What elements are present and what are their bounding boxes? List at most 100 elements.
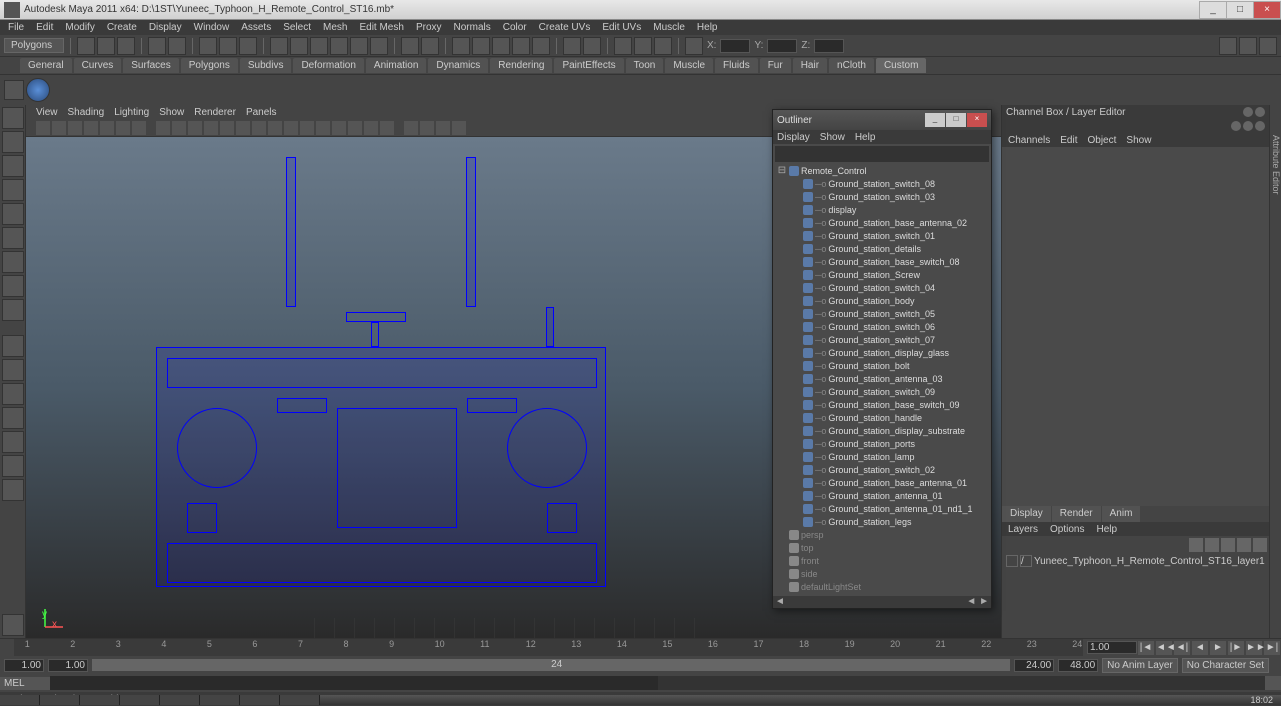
shelf-tab-polygons[interactable]: Polygons <box>181 58 238 73</box>
menu-window[interactable]: Window <box>190 22 234 33</box>
panel-icon[interactable] <box>1243 121 1253 131</box>
last-tool[interactable] <box>2 299 24 321</box>
outliner-item[interactable]: ─o Ground_station_display_glass <box>773 346 991 359</box>
outliner-list[interactable]: ⊟Remote_Control─o Ground_station_switch_… <box>773 164 991 596</box>
save-scene-icon[interactable] <box>117 37 135 55</box>
outliner-item[interactable]: ─o Ground_station_switch_07 <box>773 333 991 346</box>
rotate-tool[interactable] <box>2 203 24 225</box>
scale-tool[interactable] <box>2 227 24 249</box>
vp-icon[interactable] <box>332 121 346 135</box>
outliner-item[interactable]: ─o Ground_station_switch_02 <box>773 463 991 476</box>
vp-icon[interactable] <box>380 121 394 135</box>
range-start-outer[interactable]: 1.00 <box>4 659 44 672</box>
shelf-tab-surfaces[interactable]: Surfaces <box>123 58 178 73</box>
vp-menu-shading[interactable]: Shading <box>68 107 105 118</box>
vp-icon[interactable] <box>364 121 378 135</box>
outliner-item[interactable]: ─o Ground_station_base_switch_09 <box>773 398 991 411</box>
channel-menu-object[interactable]: Object <box>1088 135 1117 146</box>
layer-menu-layers[interactable]: Layers <box>1008 524 1038 535</box>
layer-icon[interactable] <box>1253 538 1267 552</box>
shelf-tab-rendering[interactable]: Rendering <box>490 58 552 73</box>
layout-two-stack[interactable] <box>2 407 24 429</box>
outliner-item[interactable]: persp <box>773 528 991 541</box>
anim-layer-dropdown[interactable]: No Anim Layer <box>1102 658 1178 673</box>
character-set-dropdown[interactable]: No Character Set <box>1182 658 1269 673</box>
layout-four[interactable] <box>2 359 24 381</box>
vp-icon[interactable] <box>36 121 50 135</box>
layer-icon[interactable] <box>1221 538 1235 552</box>
tool-b-icon[interactable] <box>583 37 601 55</box>
outliner-item[interactable]: defaultLightSet <box>773 580 991 593</box>
taskbar-item[interactable] <box>80 695 120 705</box>
menu-muscle[interactable]: Muscle <box>649 22 689 33</box>
outliner-search[interactable] <box>775 146 989 162</box>
taskbar-item[interactable] <box>120 695 160 705</box>
taskbar-item[interactable] <box>240 695 280 705</box>
outliner-item[interactable]: ─o display <box>773 203 991 216</box>
outliner-item[interactable]: ─o Ground_station_handle <box>773 411 991 424</box>
command-input[interactable] <box>50 676 658 690</box>
outliner-item[interactable]: ─o Ground_station_switch_08 <box>773 177 991 190</box>
layer-menu-help[interactable]: Help <box>1096 524 1117 535</box>
shelf-tab-deformation[interactable]: Deformation <box>293 58 363 73</box>
vp-icon[interactable] <box>236 121 250 135</box>
outliner-item[interactable]: ─o Ground_station_antenna_01_nd1_1 <box>773 502 991 515</box>
vp-icon[interactable] <box>188 121 202 135</box>
snap-point-icon[interactable] <box>310 37 328 55</box>
prev-key-icon[interactable]: ◄| <box>1174 641 1190 655</box>
shelf-tab-ncloth[interactable]: nCloth <box>829 58 874 73</box>
shelf-menu-icon[interactable] <box>4 80 24 100</box>
menu-proxy[interactable]: Proxy <box>412 22 446 33</box>
layer-vis-toggle[interactable] <box>1006 555 1018 567</box>
outliner-menu-help[interactable]: Help <box>855 132 876 143</box>
snap-view-icon[interactable] <box>370 37 388 55</box>
lasso-icon[interactable] <box>219 37 237 55</box>
shelf-tab-curves[interactable]: Curves <box>74 58 122 73</box>
vp-menu-lighting[interactable]: Lighting <box>114 107 149 118</box>
layer-icon[interactable] <box>1189 538 1203 552</box>
shelf-tab-hair[interactable]: Hair <box>793 58 827 73</box>
shelf-tab-dynamics[interactable]: Dynamics <box>428 58 488 73</box>
layer-tab-anim[interactable]: Anim <box>1102 506 1141 522</box>
channel-menu-show[interactable]: Show <box>1126 135 1151 146</box>
vp-icon[interactable] <box>84 121 98 135</box>
render-icon[interactable] <box>452 37 470 55</box>
outliner-item[interactable]: side <box>773 567 991 580</box>
history-icon[interactable] <box>401 37 419 55</box>
select-icon[interactable] <box>199 37 217 55</box>
shelf-tab-custom[interactable]: Custom <box>876 58 926 73</box>
render-globals-icon[interactable] <box>512 37 530 55</box>
vp-icon[interactable] <box>204 121 218 135</box>
script-editor-icon[interactable] <box>1265 676 1281 690</box>
shelf-tab-muscle[interactable]: Muscle <box>665 58 713 73</box>
outliner-item[interactable]: ─o Ground_station_switch_06 <box>773 320 991 333</box>
layout-two-side[interactable] <box>2 383 24 405</box>
outliner-item[interactable]: ⊟Remote_Control <box>773 164 991 177</box>
layer-tab-display[interactable]: Display <box>1002 506 1051 522</box>
taskbar-item[interactable] <box>160 695 200 705</box>
panel-icon[interactable] <box>1255 107 1265 117</box>
menu-help[interactable]: Help <box>693 22 722 33</box>
panel-icon[interactable] <box>1255 121 1265 131</box>
timeline-ruler[interactable]: 123456789101112131415161718192021222324 <box>14 639 1083 656</box>
shelf-tab-painteffects[interactable]: PaintEffects <box>554 58 623 73</box>
paint-icon[interactable] <box>239 37 257 55</box>
layout-single[interactable] <box>2 335 24 357</box>
range-track[interactable]: 24 <box>92 659 1010 671</box>
redo-icon[interactable] <box>168 37 186 55</box>
outliner-item[interactable]: ─o Ground_station_bolt <box>773 359 991 372</box>
layout-three[interactable] <box>2 431 24 453</box>
outliner-item[interactable]: ─o Ground_station_switch_03 <box>773 190 991 203</box>
outliner-menu-show[interactable]: Show <box>820 132 845 143</box>
menu-edit[interactable]: Edit <box>32 22 57 33</box>
shelf-tab-animation[interactable]: Animation <box>366 58 426 73</box>
clock[interactable]: 18:02 <box>1242 695 1281 705</box>
snap-plane-icon[interactable] <box>330 37 348 55</box>
paint-select-tool[interactable] <box>2 155 24 177</box>
outliner-item[interactable]: ─o Ground_station_ports <box>773 437 991 450</box>
snap-live-icon[interactable] <box>350 37 368 55</box>
vp-icon[interactable] <box>116 121 130 135</box>
ipr-icon[interactable] <box>472 37 490 55</box>
outliner-item[interactable]: ─o Ground_station_antenna_01 <box>773 489 991 502</box>
snap-curve-icon[interactable] <box>290 37 308 55</box>
